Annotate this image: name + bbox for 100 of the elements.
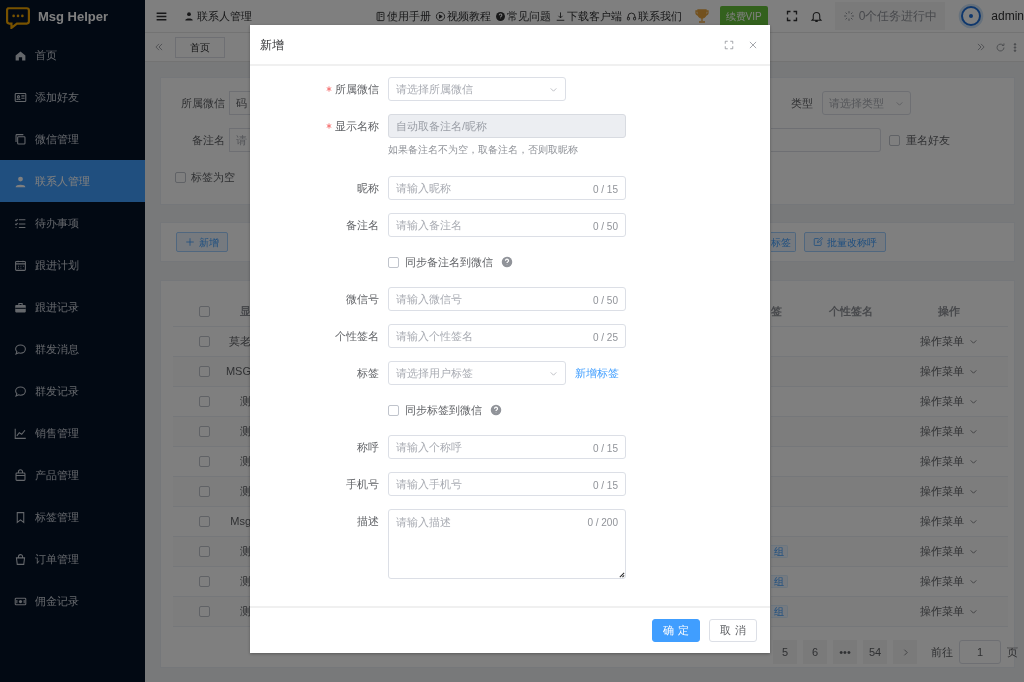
page-button[interactable]: 5	[773, 640, 797, 664]
checkbox[interactable]	[889, 134, 900, 146]
header-link[interactable]: 常见问题	[494, 7, 551, 25]
checkbox[interactable]	[199, 486, 210, 497]
checkbox[interactable]	[199, 396, 210, 407]
chevron-down-icon	[968, 577, 978, 586]
action-menu[interactable]: 操作菜单	[919, 573, 978, 590]
field-label: 称呼	[357, 439, 379, 455]
sidebar-item[interactable]: 标签管理	[0, 496, 145, 538]
checkbox[interactable]	[199, 456, 210, 467]
next-page-button[interactable]	[893, 640, 917, 664]
trophy-icon	[693, 8, 710, 24]
checkbox[interactable]	[199, 366, 210, 377]
chevron-down-icon	[968, 397, 978, 406]
tag: 组	[771, 605, 788, 619]
checkbox[interactable]	[199, 306, 210, 317]
chevron-down-icon	[968, 487, 978, 496]
action-menu[interactable]: 操作菜单	[919, 423, 978, 440]
checkbox[interactable]	[388, 256, 399, 268]
action-menu[interactable]: 操作菜单	[919, 513, 978, 530]
resize-grip-icon	[619, 572, 625, 578]
headset-icon	[625, 10, 637, 22]
edit-icon	[813, 237, 823, 247]
field-label: 备注名	[191, 132, 225, 148]
spinner-icon	[842, 10, 855, 22]
chevron-down-icon	[549, 369, 558, 378]
chevron-down-icon	[968, 367, 978, 376]
sidebar-item[interactable]: 首页	[0, 34, 145, 76]
fullscreen-icon[interactable]	[785, 10, 798, 22]
character-counter: 0 / 15	[592, 442, 618, 456]
line-chart-icon	[14, 426, 27, 440]
batch-rename-button[interactable]: 批量改称呼	[804, 232, 886, 252]
sidebar-item[interactable]: 佣金记录	[0, 580, 145, 622]
help-circle-icon	[494, 10, 506, 22]
calendar-icon	[14, 258, 27, 272]
table-cell-text: 测	[240, 574, 251, 590]
sidebar-item[interactable]: 联系人管理	[0, 160, 145, 202]
vip-button[interactable]: 续费VIP	[719, 5, 768, 27]
checkbox[interactable]	[199, 576, 210, 587]
sidebar-item[interactable]: 产品管理	[0, 454, 145, 496]
sidebar-item[interactable]: 待办事项	[0, 202, 145, 244]
input-field[interactable]	[771, 128, 881, 152]
header-link[interactable]: 联系我们	[625, 7, 682, 25]
refresh-icon[interactable]	[995, 41, 1006, 53]
header-link[interactable]: 视频教程	[434, 7, 491, 25]
close-icon[interactable]	[748, 39, 758, 50]
maximize-icon[interactable]	[724, 39, 734, 50]
chevron-down-icon	[968, 337, 978, 346]
add-tag-link[interactable]: 新增标签	[566, 361, 619, 385]
select-field[interactable]: 码	[229, 91, 251, 115]
checkbox[interactable]	[199, 516, 210, 527]
action-menu[interactable]: 操作菜单	[919, 453, 978, 470]
field-label: 个性签名	[335, 328, 379, 344]
sidebar-item[interactable]: 群发消息	[0, 328, 145, 370]
checkbox[interactable]	[199, 336, 210, 347]
action-menu[interactable]: 操作菜单	[919, 393, 978, 410]
page-button[interactable]: •••	[833, 640, 857, 664]
sidebar-item[interactable]: 销售管理	[0, 412, 145, 454]
checklist-icon	[14, 216, 27, 230]
chat-logo-icon	[6, 5, 30, 29]
sidebar-item[interactable]: 微信管理	[0, 118, 145, 160]
add-button[interactable]: 新增	[176, 232, 228, 252]
checkbox-label: 标签为空	[191, 169, 235, 185]
header-link[interactable]: 使用手册	[374, 7, 431, 25]
table-cell-text: 测	[240, 454, 251, 470]
action-menu[interactable]: 操作菜单	[919, 483, 978, 500]
character-counter: 0 / 200	[587, 516, 618, 530]
tag-button[interactable]: 标签	[771, 232, 796, 252]
action-menu[interactable]: 操作菜单	[919, 363, 978, 380]
sidebar-item[interactable]: 订单管理	[0, 538, 145, 580]
checkbox[interactable]	[199, 546, 210, 557]
id-card-icon	[14, 90, 27, 104]
select-field[interactable]: 请选择所属微信	[388, 77, 566, 101]
help-icon	[501, 256, 513, 268]
header-link[interactable]: 下载客户端	[554, 7, 622, 25]
table-cell-text: 莫老	[229, 334, 251, 350]
confirm-button[interactable]: 确 定	[652, 619, 700, 642]
sidebar-item[interactable]: 跟进计划	[0, 244, 145, 286]
sidebar-item[interactable]: 添加好友	[0, 76, 145, 118]
sidebar-item[interactable]: 群发记录	[0, 370, 145, 412]
checkbox[interactable]	[199, 426, 210, 437]
table-cell-text: 测	[240, 394, 251, 410]
sidebar-item[interactable]: 跟进记录	[0, 286, 145, 328]
character-counter: 0 / 15	[592, 183, 618, 197]
page-input[interactable]: 1	[959, 640, 1001, 664]
page-button[interactable]: 54	[863, 640, 887, 664]
page-button[interactable]: 6	[803, 640, 827, 664]
bell-icon[interactable]	[809, 9, 823, 23]
avatar-icon[interactable]	[957, 2, 986, 30]
select-field[interactable]: 请选择用户标签	[388, 361, 566, 385]
checkbox[interactable]	[175, 171, 186, 183]
action-menu[interactable]: 操作菜单	[919, 603, 978, 620]
action-menu[interactable]: 操作菜单	[919, 543, 978, 560]
plus-icon	[185, 237, 195, 247]
action-menu[interactable]: 操作菜单	[919, 333, 978, 350]
checkbox[interactable]	[199, 606, 210, 617]
cancel-button[interactable]: 取 消	[709, 619, 757, 642]
checkbox[interactable]	[388, 404, 399, 416]
page-tab[interactable]: 首页	[175, 36, 225, 58]
breadcrumb: 联系人管理	[197, 8, 252, 24]
